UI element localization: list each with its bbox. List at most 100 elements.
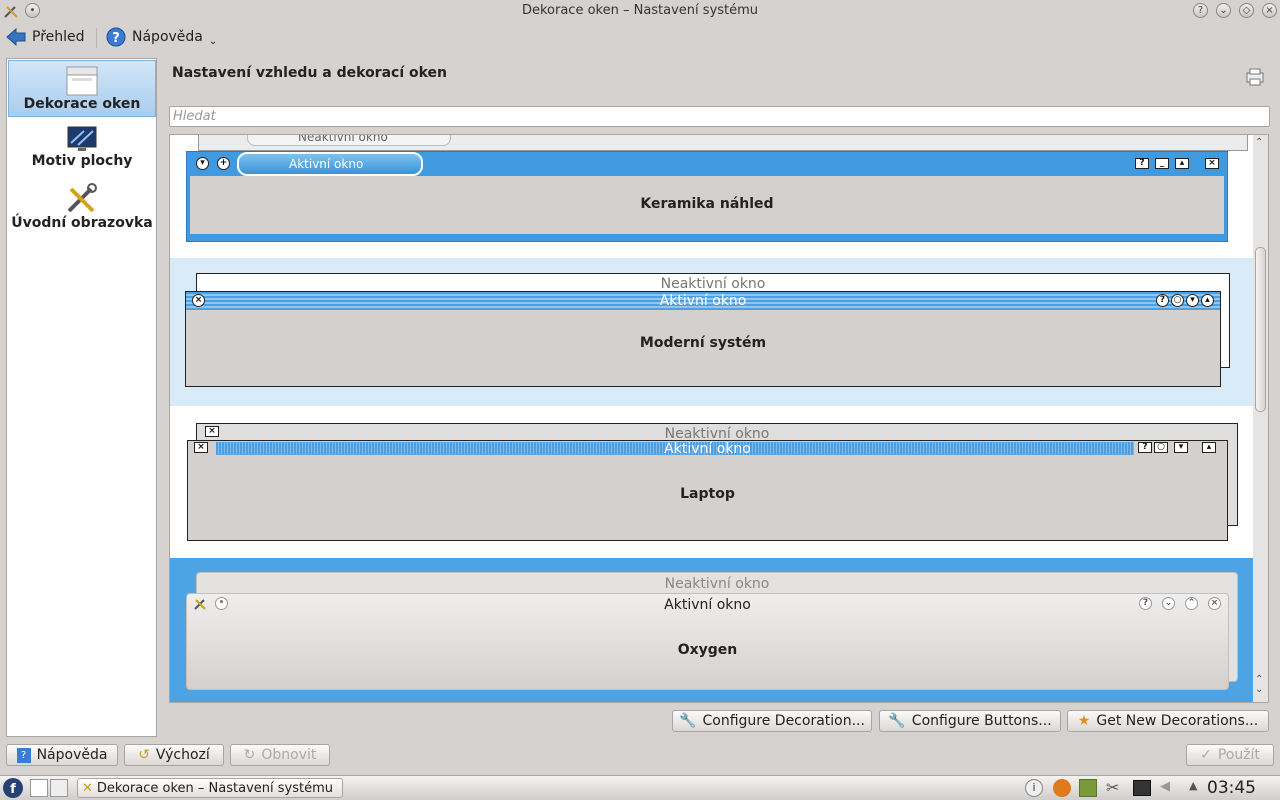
svg-text:?: ? xyxy=(112,31,120,46)
sticky-button-icon: ○ xyxy=(1154,442,1168,453)
clock[interactable]: 03:45 xyxy=(1207,778,1256,798)
reset-icon: ↻ xyxy=(243,747,256,763)
decoration-name: Oxygen xyxy=(677,642,738,658)
help-button-icon: ? xyxy=(1156,294,1169,307)
back-arrow-icon xyxy=(6,28,26,46)
search-input[interactable]: Hledat xyxy=(169,106,1270,127)
maximize-button-icon: ▴ xyxy=(1175,158,1189,169)
pager-desktop-2[interactable] xyxy=(50,779,68,797)
window-title: Dekorace oken – Nastavení systému xyxy=(521,3,759,18)
help-book-icon: ? xyxy=(16,747,31,763)
tools-tray-icon[interactable]: ✂ xyxy=(1106,778,1119,797)
star-icon: ★ xyxy=(1077,713,1091,729)
defaults-icon: ↺ xyxy=(138,747,150,763)
svg-text:f: f xyxy=(10,782,16,797)
defaults-button[interactable]: ↺ Výchozí xyxy=(124,744,224,766)
wrench-icon: 🔧 xyxy=(888,713,906,729)
help-button-icon: ? xyxy=(1139,597,1152,610)
minimize-button-icon: ▾ xyxy=(1186,294,1199,307)
page-title: Nastavení vzhledu a dekorací oken xyxy=(172,65,448,81)
active-preview-window: Aktivní okno × ? ○ ▾ ▴ Moderní systém xyxy=(185,291,1221,387)
pin-button-icon: + xyxy=(217,157,230,170)
help-button-icon: ? xyxy=(1135,158,1149,169)
help-button-icon: ? xyxy=(1138,442,1152,453)
desktop-theme-icon xyxy=(67,126,97,151)
sidebar-item-splash-screen[interactable]: Úvodní obrazovka xyxy=(8,181,156,251)
close-button-icon: × xyxy=(1205,158,1219,169)
decoration-name: Laptop xyxy=(680,486,735,502)
minimize-button-icon: _ xyxy=(1155,158,1169,169)
decoration-row-keramika[interactable]: Neaktivní okno Aktivní okno ▾ + ? _ ▴ × … xyxy=(170,135,1254,256)
scroll-up-icon[interactable]: ⌃ xyxy=(1255,137,1263,148)
sidebar-item-label: Motiv plochy xyxy=(31,153,133,169)
scrollbar-thumb[interactable] xyxy=(1255,247,1266,412)
checkmark-icon: ✓ xyxy=(1200,747,1212,763)
active-preview-window: Aktivní okno • ? ⌄ ⌃ × Oxygen xyxy=(186,593,1229,690)
help-icon: ? xyxy=(106,27,126,47)
decoration-name: Moderní systém xyxy=(639,335,767,351)
get-new-decorations-button[interactable]: ★ Get New Decorations... xyxy=(1067,710,1269,732)
close-button[interactable]: × xyxy=(1262,3,1277,18)
wrench-icon: 🔧 xyxy=(679,713,697,729)
help-title-button[interactable]: ? xyxy=(1193,3,1208,18)
scroll-down-icon[interactable]: ⌃ ⌄ xyxy=(1255,675,1263,695)
decoration-row-modern-system[interactable]: Neaktivní okno Aktivní okno × ? ○ ▾ ▴ Mo… xyxy=(170,258,1254,406)
decoration-row-laptop[interactable]: Neaktivní okno × Aktivní okno × ? ○ ▾ ▴ … xyxy=(170,408,1254,554)
info-icon[interactable]: i xyxy=(1025,779,1043,797)
network-icon[interactable] xyxy=(1133,780,1151,796)
back-button[interactable]: Přehled xyxy=(6,25,85,49)
inactive-tab: Neaktivní okno xyxy=(247,135,451,146)
minimize-button[interactable]: ⌄ xyxy=(1216,3,1231,18)
app-tools-icon: ✕ xyxy=(82,780,93,796)
window-decoration-icon xyxy=(66,66,98,96)
sidebar-item-window-decorations[interactable]: Dekorace oken xyxy=(8,60,156,117)
sidebar-item-label: Úvodní obrazovka xyxy=(11,215,153,231)
pin-button-icon: • xyxy=(215,597,228,610)
splash-tools-icon xyxy=(67,183,97,213)
reset-button[interactable]: ↻ Obnovit xyxy=(230,744,330,766)
sticky-button-icon: ○ xyxy=(1171,294,1184,307)
maximize-button[interactable]: ◇ xyxy=(1239,3,1254,18)
active-title-tab: Aktivní okno xyxy=(237,152,423,176)
maximize-button-icon: ⌃ xyxy=(1185,597,1198,610)
back-label: Přehled xyxy=(32,29,85,45)
volume-icon[interactable]: ◀ xyxy=(1160,779,1170,794)
decoration-row-oxygen[interactable]: Neaktivní okno Aktivní okno • ? ⌄ ⌃ × Ox… xyxy=(170,558,1254,702)
taskbar: f ✕ Dekorace oken – Nastavení systému i … xyxy=(0,775,1280,800)
update-notifier-icon[interactable] xyxy=(1053,779,1071,797)
taskbar-task-system-settings[interactable]: ✕ Dekorace oken – Nastavení systému xyxy=(77,778,343,798)
menu-button-icon: ▾ xyxy=(196,157,209,170)
decoration-list[interactable]: Neaktivní okno Aktivní okno ▾ + ? _ ▴ × … xyxy=(169,134,1269,703)
toolbar-separator xyxy=(96,28,97,48)
tray-expand-icon[interactable]: ▲ xyxy=(1189,779,1197,792)
maximize-button-icon: ▴ xyxy=(1201,294,1214,307)
chevron-down-icon: ⌄ xyxy=(208,35,218,47)
apply-button[interactable]: ✓ Použít xyxy=(1186,744,1274,766)
sidebar-item-label: Dekorace oken xyxy=(23,96,141,112)
pager-desktop-1[interactable] xyxy=(30,779,48,797)
printer-icon[interactable] xyxy=(1245,67,1265,87)
fedora-launcher-icon[interactable]: f xyxy=(2,777,24,799)
help-footer-button[interactable]: ? Nápověda xyxy=(6,744,118,766)
help-menu-button[interactable]: ? Nápověda ⌄ xyxy=(106,25,217,49)
help-label: Nápověda xyxy=(132,29,203,45)
sidebar: Dekorace oken Motiv plochy Úvodní obrazo… xyxy=(6,58,157,737)
package-icon[interactable] xyxy=(1079,779,1097,797)
list-scrollbar[interactable]: ⌃ ⌃ ⌄ xyxy=(1253,135,1268,702)
active-preview-window: Aktivní okno ▾ + ? _ ▴ × Keramika náhled xyxy=(186,151,1228,242)
app-tools-icon xyxy=(194,599,206,610)
close-button-icon: × xyxy=(194,442,208,453)
title-bar: • Dekorace oken – Nastavení systému ? ⌄ … xyxy=(0,0,1280,22)
minimize-button-icon: ▾ xyxy=(1174,442,1188,453)
decoration-name: Keramika náhled xyxy=(640,196,774,212)
active-preview-window: Aktivní okno × ? ○ ▾ ▴ Laptop xyxy=(187,440,1228,541)
close-button-icon: × xyxy=(192,294,205,307)
close-button-icon: × xyxy=(205,426,219,437)
configure-decoration-button[interactable]: 🔧 Configure Decoration... xyxy=(672,710,872,732)
configure-buttons-button[interactable]: 🔧 Configure Buttons... xyxy=(879,710,1061,732)
inactive-preview-window: Neaktivní okno xyxy=(198,135,1248,151)
toolbar: Přehled ? Nápověda ⌄ xyxy=(0,22,1280,52)
maximize-button-icon: ▴ xyxy=(1202,442,1216,453)
sidebar-item-desktop-theme[interactable]: Motiv plochy xyxy=(8,123,156,177)
close-button-icon: × xyxy=(1208,597,1221,610)
